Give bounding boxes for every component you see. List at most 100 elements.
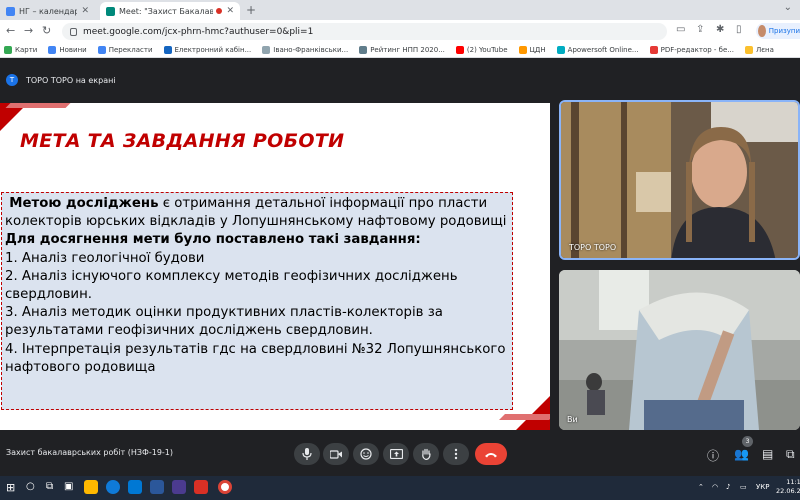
bookmark-item[interactable]: Apowersoft Online... — [556, 45, 639, 54]
edge-icon[interactable] — [106, 480, 120, 494]
meeting-name: Захист бакалаврських робіт (НЗФ-19-1) — [6, 448, 174, 457]
people-icon[interactable]: 👥 — [734, 447, 749, 461]
search-icon[interactable]: ○ — [26, 481, 35, 492]
chat-icon[interactable]: ▤ — [762, 447, 773, 461]
info-icon[interactable]: ⓘ — [707, 447, 719, 464]
browser-toolbar: ← → ↻ meet.google.com/jcx-phrn-hmc?authu… — [0, 20, 800, 42]
self-view-video — [559, 270, 800, 430]
recording-icon — [216, 8, 223, 14]
window-controls[interactable]: ⌄ — [784, 2, 792, 13]
bookmark-label: Лєна — [755, 45, 774, 54]
presenter-bar: Т TOPO TOPO на екрані — [0, 70, 116, 90]
close-icon[interactable]: ✕ — [226, 6, 234, 16]
bookmark-favicon-icon — [649, 45, 658, 54]
chrome-icon[interactable] — [218, 480, 232, 494]
new-tab-button[interactable]: + — [246, 3, 256, 17]
profile-button[interactable]: Призупи — [756, 23, 800, 39]
camera-button[interactable] — [323, 443, 349, 465]
activities-icon[interactable]: ⧉ — [786, 447, 795, 462]
bookmark-item[interactable]: Лєна — [744, 45, 774, 54]
bookmark-favicon-icon — [556, 45, 565, 54]
tab-calendar[interactable]: НГ – календар - Тиждень ✕ — [0, 2, 95, 20]
microphone-button[interactable] — [294, 443, 320, 465]
bookmark-label: Карти — [15, 45, 38, 54]
slide-corner-decoration — [516, 396, 550, 430]
emoji-icon — [360, 448, 372, 460]
more-vert-icon — [454, 448, 458, 460]
slide-corner-stripe — [5, 103, 71, 108]
bookmark-item[interactable]: Новини — [48, 45, 87, 54]
pdf-icon[interactable] — [194, 480, 208, 494]
close-icon[interactable]: ✕ — [81, 6, 89, 16]
slide-task-item: 4. Інтерпретація результатів гдс на свер… — [5, 341, 506, 375]
slide-tasks-heading: Для досягнення мети було поставлено такі… — [5, 232, 421, 248]
bookmark-label: Рейтинг НПП 2020... — [370, 45, 445, 54]
avatar — [758, 25, 766, 37]
people-count-badge: 3 — [742, 436, 753, 447]
raise-hand-button[interactable] — [413, 443, 439, 465]
bookmark-item[interactable]: Рейтинг НПП 2020... — [359, 45, 445, 54]
bookmark-item[interactable]: ЦДН — [518, 45, 546, 54]
self-view-name: Ви — [567, 415, 578, 424]
battery-icon[interactable]: ▭ — [740, 483, 747, 491]
windows-start-icon[interactable]: ⊞ — [6, 481, 15, 494]
hand-icon — [421, 448, 431, 460]
presenter-label: TOPO TOPO на екрані — [26, 75, 116, 85]
self-view-tile[interactable]: Ви — [559, 270, 800, 430]
bookmark-favicon-icon — [48, 45, 57, 54]
tab-meet[interactable]: Meet: "Захист Бакалаврськ" ✕ — [100, 2, 240, 20]
extensions-icon[interactable]: ✱ — [716, 24, 724, 35]
bookmark-favicon-icon — [455, 45, 464, 54]
bookmark-item[interactable]: PDF-редактор - бе... — [649, 45, 734, 54]
bookmark-item[interactable]: Перекласти — [97, 45, 153, 54]
widgets-icon[interactable]: ▣ — [64, 481, 73, 492]
bookmark-item[interactable]: Івано-Франківськи... — [262, 45, 348, 54]
system-clock[interactable]: 11:1 22.06.2 — [776, 478, 800, 496]
bookmark-label: Новини — [59, 45, 87, 54]
leave-call-button[interactable] — [475, 443, 507, 465]
slide-content-box: Метою досліджень є отримання детальної і… — [1, 192, 513, 410]
lock-icon — [70, 27, 77, 36]
forward-icon[interactable]: → — [24, 24, 33, 37]
language-indicator[interactable]: УКР — [756, 483, 769, 491]
present-button[interactable] — [383, 443, 409, 465]
app-icon[interactable] — [172, 480, 186, 494]
address-bar[interactable]: meet.google.com/jcx-phrn-hmc?authuser=0&… — [62, 23, 667, 40]
bookmark-favicon-icon — [518, 45, 527, 54]
reload-icon[interactable]: ↻ — [42, 24, 51, 37]
sidebar-icon[interactable]: ▯ — [736, 24, 742, 35]
video-camera-icon — [330, 449, 342, 459]
slide-task-item: 3. Аналіз методик оцінки продуктивних пл… — [5, 305, 443, 339]
slide-intro-bold: Метою досліджень — [9, 196, 159, 211]
participant-tile[interactable]: TOPO TOPO — [559, 100, 800, 260]
mail-icon[interactable] — [128, 480, 142, 494]
bookmark-item[interactable]: Електронний кабін... — [163, 45, 251, 54]
share-icon[interactable]: ⇪ — [696, 24, 704, 35]
store-icon[interactable] — [150, 480, 164, 494]
tab-calendar-label: НГ – календар - Тиждень — [19, 6, 78, 16]
back-icon[interactable]: ← — [6, 24, 15, 37]
profile-label: Призупи — [768, 27, 800, 35]
bookmark-label: ЦДН — [529, 45, 546, 54]
slide-task-item: 1. Аналіз геологічної будови — [5, 250, 205, 266]
present-screen-icon — [389, 449, 403, 459]
camera-icon[interactable]: ▭ — [676, 24, 685, 35]
bookmark-item[interactable]: (2) YouTube — [455, 45, 508, 54]
browser-tab-bar: НГ – календар - Тиждень ✕ Meet: "Захист … — [0, 0, 800, 20]
bookmarks-bar: Карти Новини Перекласти Електронний кабін..… — [0, 42, 800, 58]
slide-corner-stripe — [499, 414, 550, 420]
slide-title: МЕТА ТА ЗАВДАННЯ РОБОТИ — [20, 130, 345, 152]
bookmark-label: PDF-редактор - бе... — [660, 45, 734, 54]
phone-hangup-icon — [485, 452, 497, 457]
file-explorer-icon[interactable] — [84, 480, 98, 494]
volume-icon[interactable]: ♪ — [726, 483, 730, 491]
task-view-icon[interactable]: ⧉ — [46, 481, 53, 492]
meet-icon — [106, 6, 115, 16]
slide-task-item: 2. Аналіз існуючого комплексу методів ге… — [5, 268, 458, 303]
tray-chevron-icon[interactable]: ⌃ — [698, 483, 704, 491]
windows-taskbar: ⊞ ○ ⧉ ▣ ⌃ ◠ ♪ ▭ УКР 11:1 22.06.2 — [0, 476, 800, 500]
reactions-button[interactable] — [353, 443, 379, 465]
wifi-icon[interactable]: ◠ — [712, 483, 718, 491]
more-options-button[interactable] — [443, 443, 469, 465]
bookmark-item[interactable]: Карти — [4, 45, 38, 54]
